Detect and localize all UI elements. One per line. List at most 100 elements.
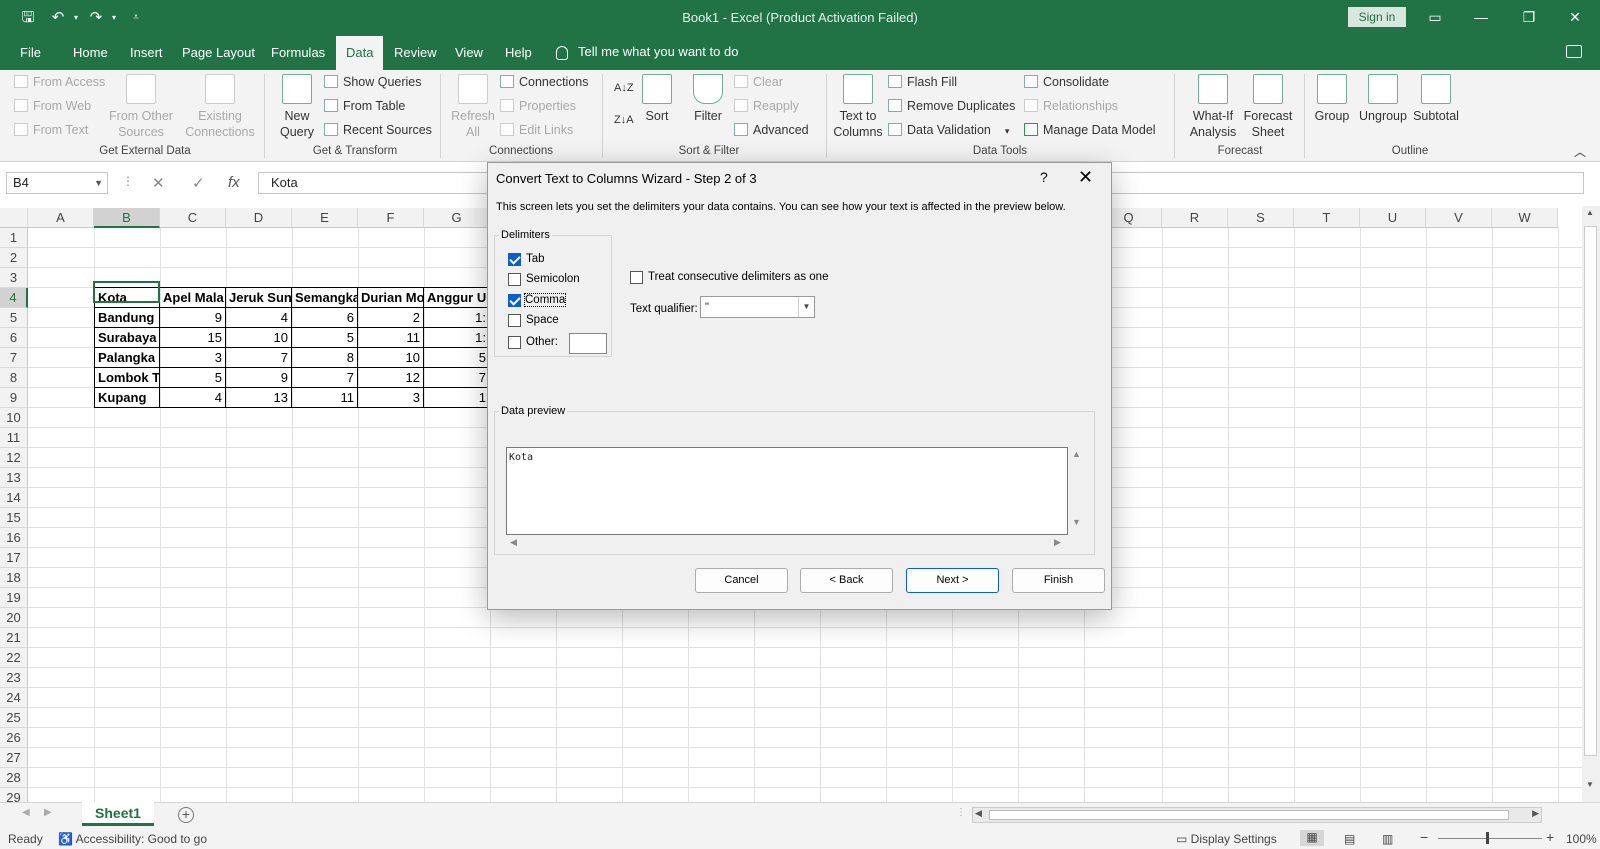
scroll-right-icon[interactable]: ▶ bbox=[1532, 808, 1539, 819]
table-cell[interactable]: 7 bbox=[292, 368, 358, 388]
table-cell[interactable]: 5 bbox=[292, 328, 358, 348]
flash-fill-button[interactable]: Flash Fill bbox=[888, 74, 957, 90]
data-validation-button[interactable]: Data Validation ▾ bbox=[888, 122, 1009, 139]
page-break-view-icon[interactable]: ▥ bbox=[1382, 832, 1393, 846]
row-header[interactable]: 25 bbox=[0, 708, 28, 728]
tab-data[interactable]: Data bbox=[336, 36, 384, 70]
from-other-sources-button[interactable]: From Other Sources bbox=[106, 74, 176, 140]
tab-page-layout[interactable]: Page Layout bbox=[182, 36, 255, 70]
ribbon-display-icon[interactable]: ▭ bbox=[1420, 6, 1450, 28]
tab-checkbox[interactable] bbox=[508, 253, 521, 266]
vertical-scroll-thumb[interactable] bbox=[1584, 226, 1597, 756]
comma-checkbox[interactable] bbox=[508, 294, 521, 307]
forecast-sheet-button[interactable]: Forecast Sheet bbox=[1240, 74, 1296, 140]
row-header[interactable]: 9 bbox=[0, 388, 28, 408]
connections-button[interactable]: Connections bbox=[500, 74, 589, 90]
recent-sources-button[interactable]: Recent Sources bbox=[324, 122, 432, 138]
tell-me-search[interactable]: Tell me what you want to do bbox=[556, 36, 738, 70]
row-header[interactable]: 19 bbox=[0, 588, 28, 608]
table-cell[interactable]: 11 bbox=[358, 328, 424, 348]
restore-icon[interactable]: ❐ bbox=[1514, 6, 1544, 28]
table-header-cell[interactable]: Jeruk Sunl bbox=[226, 288, 292, 308]
add-sheet-icon[interactable]: + bbox=[178, 807, 194, 823]
insert-function-icon[interactable]: fx bbox=[228, 174, 240, 191]
consolidate-button[interactable]: Consolidate bbox=[1024, 74, 1109, 90]
preview-scroll-up-icon[interactable]: ▲ bbox=[1072, 449, 1081, 459]
from-table-button[interactable]: From Table bbox=[324, 98, 405, 114]
column-header[interactable]: C bbox=[160, 208, 226, 228]
edit-links-button[interactable]: Edit Links bbox=[500, 122, 573, 138]
row-header[interactable]: 13 bbox=[0, 468, 28, 488]
table-cell[interactable]: 3 bbox=[160, 348, 226, 368]
filter-button[interactable]: Filter bbox=[688, 74, 728, 124]
sign-in-button[interactable]: Sign in bbox=[1348, 7, 1406, 27]
row-header[interactable]: 4 bbox=[0, 288, 28, 308]
close-icon[interactable]: ✕ bbox=[1560, 6, 1590, 28]
row-header[interactable]: 21 bbox=[0, 628, 28, 648]
row-header[interactable]: 18 bbox=[0, 568, 28, 588]
select-all-corner[interactable] bbox=[0, 208, 28, 228]
table-cell[interactable]: 5 bbox=[424, 348, 490, 368]
table-cell[interactable]: 5 bbox=[160, 368, 226, 388]
prev-sheet-icon[interactable]: ◀ bbox=[22, 807, 30, 818]
table-cell[interactable]: Palangka I bbox=[94, 348, 160, 368]
page-layout-view-icon[interactable]: ▤ bbox=[1344, 832, 1355, 846]
column-header[interactable]: A bbox=[28, 208, 94, 228]
table-cell[interactable]: Lombok T bbox=[94, 368, 160, 388]
tab-formulas[interactable]: Formulas bbox=[271, 36, 325, 70]
zoom-slider[interactable] bbox=[1438, 838, 1542, 839]
minimize-icon[interactable]: — bbox=[1466, 6, 1496, 28]
table-header-cell[interactable]: Semangka bbox=[292, 288, 358, 308]
help-icon[interactable]: ? bbox=[1040, 169, 1048, 185]
scroll-left-icon[interactable]: ◀ bbox=[975, 808, 982, 819]
table-cell[interactable]: 6 bbox=[292, 308, 358, 328]
table-cell[interactable]: 4 bbox=[160, 388, 226, 408]
zoom-in-icon[interactable]: + bbox=[1546, 829, 1554, 845]
table-cell[interactable]: 10 bbox=[358, 348, 424, 368]
sort-az-icon[interactable]: A↓Z bbox=[614, 80, 634, 96]
table-cell[interactable]: 11 bbox=[292, 388, 358, 408]
cancel-button[interactable]: Cancel bbox=[695, 568, 788, 593]
preview-scroll-down-icon[interactable]: ▼ bbox=[1072, 517, 1081, 527]
data-preview-box[interactable]: Kota bbox=[506, 447, 1068, 535]
next-sheet-icon[interactable]: ▶ bbox=[44, 807, 52, 818]
reapply-button[interactable]: Reapply bbox=[734, 98, 799, 114]
row-header[interactable]: 26 bbox=[0, 728, 28, 748]
table-cell[interactable]: 1 bbox=[424, 388, 490, 408]
table-cell[interactable]: 4 bbox=[226, 308, 292, 328]
tab-home[interactable]: Home bbox=[73, 36, 108, 70]
column-header[interactable]: E bbox=[292, 208, 358, 228]
column-header[interactable]: R bbox=[1162, 208, 1228, 228]
row-header[interactable]: 6 bbox=[0, 328, 28, 348]
column-header[interactable]: F bbox=[358, 208, 424, 228]
row-header[interactable]: 3 bbox=[0, 268, 28, 288]
tab-split-handle[interactable]: ⋮ bbox=[956, 807, 966, 818]
space-checkbox[interactable] bbox=[508, 314, 521, 327]
row-header[interactable]: 28 bbox=[0, 768, 28, 788]
tab-review[interactable]: Review bbox=[394, 36, 437, 70]
zoom-out-icon[interactable]: − bbox=[1420, 829, 1428, 845]
relationships-button[interactable]: Relationships bbox=[1024, 98, 1118, 114]
row-header[interactable]: 11 bbox=[0, 428, 28, 448]
table-cell[interactable]: Surabaya bbox=[94, 328, 160, 348]
table-cell[interactable]: 15 bbox=[160, 328, 226, 348]
refresh-all-button[interactable]: Refresh All bbox=[446, 74, 500, 140]
tab-insert[interactable]: Insert bbox=[130, 36, 163, 70]
name-box-dropdown-icon[interactable]: ▼ bbox=[94, 173, 103, 193]
row-header[interactable]: 8 bbox=[0, 368, 28, 388]
collapse-ribbon-icon[interactable]: ︿ bbox=[1574, 144, 1586, 160]
preview-scroll-right-icon[interactable]: ▶ bbox=[1054, 537, 1061, 548]
horizontal-scroll-thumb[interactable] bbox=[989, 810, 1509, 820]
table-cell[interactable]: Bandung bbox=[94, 308, 160, 328]
zoom-slider-thumb[interactable] bbox=[1486, 832, 1489, 844]
next-button[interactable]: Next > bbox=[906, 568, 999, 593]
table-cell[interactable]: 9 bbox=[160, 308, 226, 328]
vertical-scrollbar[interactable]: ▲ ▼ bbox=[1582, 206, 1600, 802]
table-cell[interactable]: 1: bbox=[424, 308, 490, 328]
row-header[interactable]: 22 bbox=[0, 648, 28, 668]
sort-button[interactable]: Sort bbox=[638, 74, 676, 124]
semicolon-checkbox-label[interactable]: Semicolon bbox=[526, 273, 580, 285]
column-header[interactable]: W bbox=[1492, 208, 1558, 228]
row-header[interactable]: 14 bbox=[0, 488, 28, 508]
table-cell[interactable]: 9 bbox=[226, 368, 292, 388]
